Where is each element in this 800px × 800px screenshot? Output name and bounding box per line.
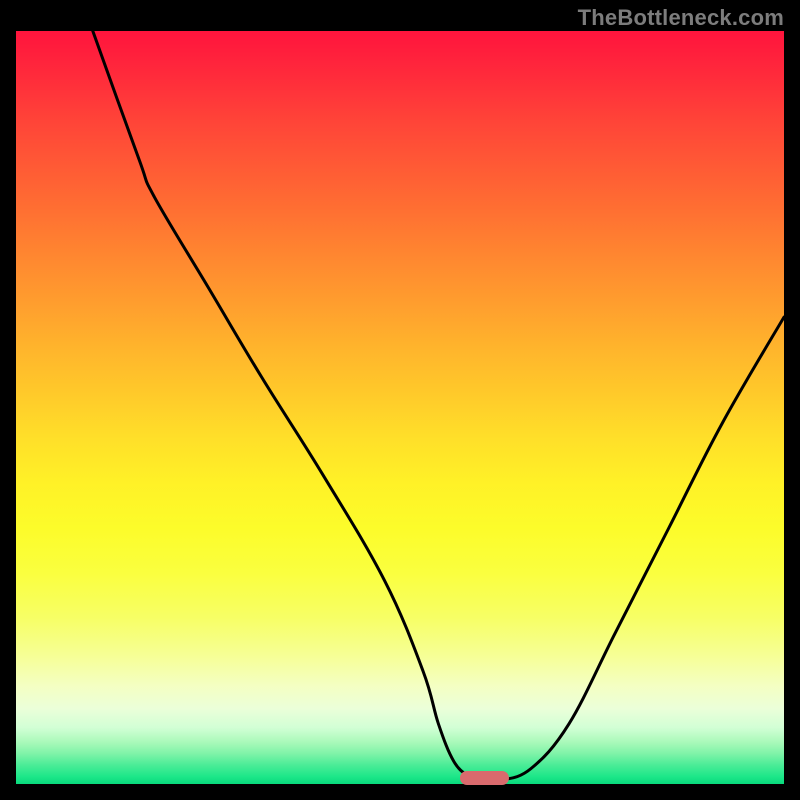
plot-area xyxy=(16,31,784,784)
chart-frame: TheBottleneck.com xyxy=(0,0,800,800)
watermark-text: TheBottleneck.com xyxy=(578,5,784,31)
bottleneck-curve xyxy=(16,31,784,784)
optimal-marker xyxy=(460,771,510,785)
